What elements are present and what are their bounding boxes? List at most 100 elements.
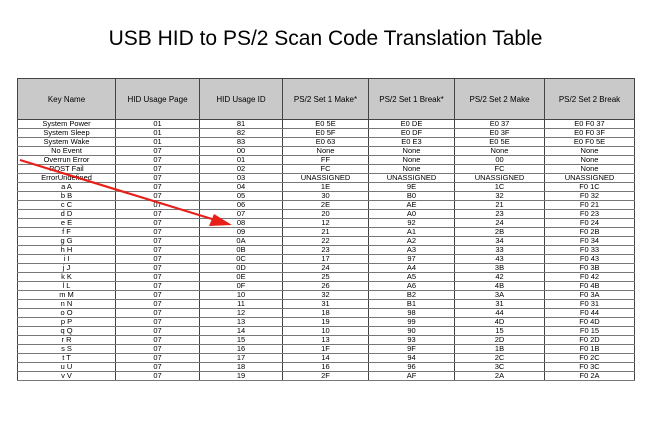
table-row: System Power 01 81 E0 5E E0 DE E0 37 E0 F0 37 [17, 119, 635, 129]
table-cell: E0 37 [454, 119, 545, 129]
table-row: t T 07 17 14 94 2C F0 2C [17, 353, 635, 363]
column-header: Key Name [17, 78, 116, 120]
table-row: q Q 07 14 10 90 15 F0 15 [17, 326, 635, 336]
table-cell: E0 5F [282, 128, 369, 138]
table-cell: None [368, 146, 455, 156]
table-cell: 2B [454, 227, 545, 237]
table-cell: 13 [282, 335, 369, 345]
table-cell: E0 DE [368, 119, 455, 129]
table-cell: 07 [115, 362, 200, 372]
table-cell: 2E [282, 200, 369, 210]
table-cell: p P [17, 317, 116, 327]
column-header: HID Usage ID [199, 78, 283, 120]
table-cell: 83 [199, 137, 283, 147]
table-cell: 07 [115, 317, 200, 327]
table-row: v V 07 19 2F AF 2A F0 2A [17, 371, 635, 381]
table-cell: 94 [368, 353, 455, 363]
table-cell: None [368, 155, 455, 165]
table-cell: 01 [199, 155, 283, 165]
table-cell: 90 [368, 326, 455, 336]
table-cell: v V [17, 371, 116, 381]
table-cell: t T [17, 353, 116, 363]
table-cell: E0 DF [368, 128, 455, 138]
table-cell: 06 [199, 200, 283, 210]
table-cell: 04 [199, 182, 283, 192]
column-header: PS/2 Set 2 Break [544, 78, 635, 120]
table-cell: j J [17, 263, 116, 273]
table-cell: 1C [454, 182, 545, 192]
table-row: n N 07 11 31 B1 31 F0 31 [17, 299, 635, 309]
table-row: System Wake 01 83 E0 63 E0 E3 E0 5E E0 F0 5E [17, 137, 635, 147]
page-title: USB HID to PS/2 Scan Code Translation Ta… [108, 27, 543, 50]
table-cell: E0 F0 37 [544, 119, 635, 129]
table-cell: E0 F0 3F [544, 128, 635, 138]
table-cell: 1B [454, 344, 545, 354]
table-cell: 07 [115, 173, 200, 183]
table-cell: 07 [115, 344, 200, 354]
table-cell: 15 [199, 335, 283, 345]
table-cell: 2D [454, 335, 545, 345]
table-cell: 0B [199, 245, 283, 255]
table-cell: 24 [454, 218, 545, 228]
table-cell: 31 [282, 299, 369, 309]
table-cell: b B [17, 191, 116, 201]
table-cell: 07 [115, 326, 200, 336]
table-cell: None [544, 155, 635, 165]
table-cell: None [368, 164, 455, 174]
table-cell: 09 [199, 227, 283, 237]
table-cell: F0 2D [544, 335, 635, 345]
table-cell: B0 [368, 191, 455, 201]
table-cell: 13 [199, 317, 283, 327]
table-cell: s S [17, 344, 116, 354]
table-cell: 03 [199, 173, 283, 183]
table-cell: 01 [115, 119, 200, 129]
table-cell: 19 [282, 317, 369, 327]
table-cell: 4B [454, 281, 545, 291]
table-row: f F 07 09 21 A1 2B F0 2B [17, 227, 635, 237]
table-cell: E0 F0 5E [544, 137, 635, 147]
table-cell: No Event [17, 146, 116, 156]
table-cell: A1 [368, 227, 455, 237]
table-cell: 18 [199, 362, 283, 372]
table-cell: o O [17, 308, 116, 318]
table-row: d D 07 07 20 A0 23 F0 23 [17, 209, 635, 219]
table-cell: l L [17, 281, 116, 291]
table-cell: 0E [199, 272, 283, 282]
table-cell: 43 [454, 254, 545, 264]
table-row: o O 07 12 18 98 44 F0 44 [17, 308, 635, 318]
table-cell: 2A [454, 371, 545, 381]
table-cell: 07 [115, 146, 200, 156]
table-cell: 17 [282, 254, 369, 264]
table-cell: E0 E3 [368, 137, 455, 147]
table-cell: 22 [282, 236, 369, 246]
table-cell: E0 63 [282, 137, 369, 147]
table-row: j J 07 0D 24 A4 3B F0 3B [17, 263, 635, 273]
table-row: i I 07 0C 17 97 43 F0 43 [17, 254, 635, 264]
table-cell: 97 [368, 254, 455, 264]
table-row: k K 07 0E 25 A5 42 F0 42 [17, 272, 635, 282]
table-row: g G 07 0A 22 A2 34 F0 34 [17, 236, 635, 246]
table-cell: 1F [282, 344, 369, 354]
table-cell: 10 [199, 290, 283, 300]
table-cell: 07 [115, 155, 200, 165]
table-cell: F0 1B [544, 344, 635, 354]
table-cell: E0 5E [454, 137, 545, 147]
table-cell: 24 [282, 263, 369, 273]
table-cell: a A [17, 182, 116, 192]
table-cell: FC [454, 164, 545, 174]
table-cell: AF [368, 371, 455, 381]
table-cell: B2 [368, 290, 455, 300]
table-cell: System Power [17, 119, 116, 129]
table-cell: 07 [115, 308, 200, 318]
table-cell: 23 [454, 209, 545, 219]
table-cell: F0 2C [544, 353, 635, 363]
table-cell: 01 [115, 137, 200, 147]
table-cell: 07 [115, 236, 200, 246]
table-cell: ErrorUndefined [17, 173, 116, 183]
table-cell: d D [17, 209, 116, 219]
table-row: b B 07 05 30 B0 32 F0 32 [17, 191, 635, 201]
table-cell: E0 5E [282, 119, 369, 129]
table-cell: 18 [282, 308, 369, 318]
column-header: PS/2 Set 2 Make [454, 78, 545, 120]
table-cell: POST Fail [17, 164, 116, 174]
